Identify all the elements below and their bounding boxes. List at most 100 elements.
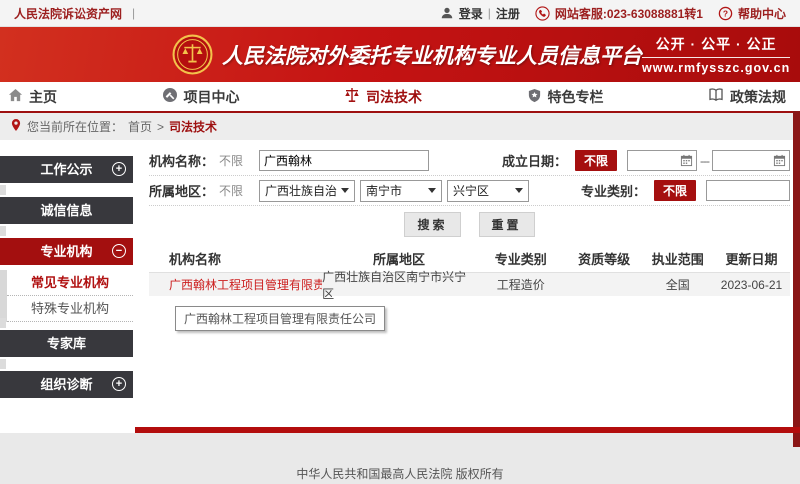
city-select[interactable]: 南宁市 [360, 180, 442, 202]
nav-item-projects[interactable]: 项目中心 [162, 87, 240, 107]
nav-label: 特色专栏 [548, 87, 604, 107]
copyright-text: 中华人民共和国最高人民法院 版权所有 [296, 467, 503, 481]
sidebar: 工作公示 + 诚信信息 专业机构 − 常见专业机构 特殊专业机构 专家库 组织诊… [0, 140, 135, 433]
breadcrumb-prefix: 您当前所在位置： [27, 118, 123, 135]
table-row: 广西翰林工程项目管理有限责任... 广西壮族自治区南宁市兴宁区 工程造价 全国 … [149, 273, 790, 296]
reset-button[interactable]: 重置 [479, 212, 535, 237]
chevron-down-icon [515, 188, 523, 193]
sidebar-item-professional-orgs[interactable]: 专业机构 − [0, 238, 133, 265]
province-select-value: 广西壮族自治 [265, 182, 337, 199]
main-area: 工作公示 + 诚信信息 专业机构 − 常见专业机构 特殊专业机构 专家库 组织诊… [0, 140, 800, 433]
service-phone: 网站客服:023-63088881转1 [555, 5, 703, 22]
site-title: 人民法院对外委托专业机构专业人员信息平台 [222, 40, 642, 70]
collapse-icon[interactable]: − [112, 244, 126, 258]
content-panel: 机构名称： 不限 成立日期： 不限 --- 所属地区： [135, 140, 800, 433]
site-link[interactable]: 人民法院诉讼资产网 [14, 5, 122, 22]
calendar-icon [680, 154, 693, 167]
nav-item-policies[interactable]: 政策法规 [708, 87, 786, 107]
page: 人民法院诉讼资产网 | 登录 | 注册 网站客服:023-63088881转1 … [0, 0, 800, 484]
nav-item-judicial-tech[interactable]: 司法技术 [344, 87, 422, 107]
sidebar-item-work-publicity[interactable]: 工作公示 + [0, 156, 133, 183]
chevron-down-icon [341, 188, 349, 193]
org-name-unlimited[interactable]: 不限 [219, 152, 243, 169]
sidebar-item-label: 工作公示 [40, 162, 92, 177]
cell-scope: 全国 [643, 276, 714, 293]
expand-icon[interactable]: + [112, 377, 126, 391]
breadcrumb-current: 司法技术 [169, 118, 217, 135]
founded-date-unlimited-button[interactable]: 不限 [575, 150, 617, 171]
chevron-down-icon [428, 188, 436, 193]
expand-icon[interactable]: + [112, 162, 126, 176]
col-header-region: 所属地区 [322, 249, 476, 268]
register-link[interactable]: 注册 [496, 5, 520, 22]
cell-updated: 2023-06-21 [713, 278, 790, 292]
nav-label: 司法技术 [366, 87, 422, 107]
sidebar-submenu: 常见专业机构 特殊专业机构 [0, 270, 133, 322]
breadcrumb: 您当前所在位置： 首页 > 司法技术 [0, 111, 800, 140]
search-button[interactable]: 搜索 [404, 212, 460, 237]
topbar-right: 登录 | 注册 网站客服:023-63088881转1 ? 帮助中心 [430, 5, 786, 22]
sidebar-item-label: 专业机构 [40, 244, 92, 259]
breadcrumb-home-link[interactable]: 首页 [128, 118, 152, 135]
svg-text:?: ? [723, 8, 728, 18]
city-select-value: 南宁市 [366, 182, 402, 199]
region-unlimited[interactable]: 不限 [219, 182, 243, 199]
footer: 中华人民共和国最高人民法院 版权所有 [0, 433, 800, 484]
cell-category: 工程造价 [476, 276, 566, 293]
sidebar-item-label: 专家库 [47, 336, 86, 351]
nav-label: 主页 [29, 87, 57, 107]
sidebar-item-org-diagnosis[interactable]: 组织诊断 + [0, 371, 133, 398]
category-unlimited-button[interactable]: 不限 [654, 180, 696, 201]
org-name-input[interactable] [259, 150, 429, 171]
category-input[interactable] [706, 180, 790, 201]
col-header-grade: 资质等级 [566, 249, 643, 268]
sidebar-item-expert-library[interactable]: 专家库 [0, 330, 133, 357]
sidebar-subitem-special-orgs[interactable]: 特殊专业机构 [7, 296, 133, 322]
date-range-separator: --- [700, 154, 709, 168]
org-name-link[interactable]: 广西翰林工程项目管理有限责任... [169, 278, 322, 292]
site-banner: 人民法院对外委托专业机构专业人员信息平台 公开 · 公平 · 公正 www.rm… [0, 27, 800, 82]
nav-item-featured[interactable]: 特色专栏 [527, 87, 604, 107]
col-header-updated: 更新日期 [713, 249, 790, 268]
login-link[interactable]: 登录 [459, 5, 483, 22]
category-label: 专业类别： [581, 181, 646, 200]
help-icon: ? [718, 6, 733, 21]
topbar-left: 人民法院诉讼资产网 | [14, 5, 135, 22]
province-select[interactable]: 广西壮族自治 [259, 180, 355, 202]
shield-icon [527, 88, 542, 106]
date-from-input[interactable] [627, 150, 697, 171]
user-icon [440, 6, 454, 20]
calendar-icon [773, 154, 786, 167]
sidebar-subitem-common-orgs[interactable]: 常见专业机构 [7, 270, 133, 296]
scales-icon [344, 87, 360, 106]
book-icon [708, 87, 724, 106]
district-select[interactable]: 兴宁区 [447, 180, 529, 202]
home-icon [8, 88, 23, 106]
col-header-scope: 执业范围 [643, 249, 714, 268]
scrollbar[interactable] [793, 111, 800, 447]
district-select-value: 兴宁区 [453, 182, 489, 199]
category-group: 专业类别： 不限 [581, 180, 790, 201]
top-utility-bar: 人民法院诉讼资产网 | 登录 | 注册 网站客服:023-63088881转1 … [0, 0, 800, 27]
topbar-divider: | [132, 6, 135, 20]
date-to-input[interactable] [712, 150, 790, 171]
main-nav: 主页 项目中心 司法技术 特色专栏 政策法规 [0, 82, 800, 111]
cell-region: 广西壮族自治区南宁市兴宁区 [322, 268, 476, 302]
org-name-tooltip: 广西翰林工程项目管理有限责任公司 [175, 306, 385, 331]
sidebar-item-integrity-info[interactable]: 诚信信息 [0, 197, 133, 224]
sidebar-item-label: 组织诊断 [40, 377, 92, 392]
sidebar-item-label: 诚信信息 [40, 203, 92, 218]
org-name-label: 机构名称： [149, 151, 217, 170]
founded-date-label: 成立日期： [502, 151, 567, 170]
banner-slogan-block: 公开 · 公平 · 公正 www.rmfysszc.gov.cn [642, 34, 790, 75]
site-url: www.rmfysszc.gov.cn [642, 58, 790, 75]
nav-label: 项目中心 [184, 87, 240, 107]
nav-item-home[interactable]: 主页 [8, 87, 57, 107]
nav-label: 政策法规 [730, 87, 786, 107]
help-link[interactable]: 帮助中心 [738, 5, 786, 22]
breadcrumb-separator: > [157, 120, 164, 134]
col-header-category: 专业类别 [476, 249, 566, 268]
court-emblem-logo [172, 34, 213, 78]
phone-icon [535, 6, 550, 21]
founded-date-group: 成立日期： 不限 --- [502, 150, 790, 171]
